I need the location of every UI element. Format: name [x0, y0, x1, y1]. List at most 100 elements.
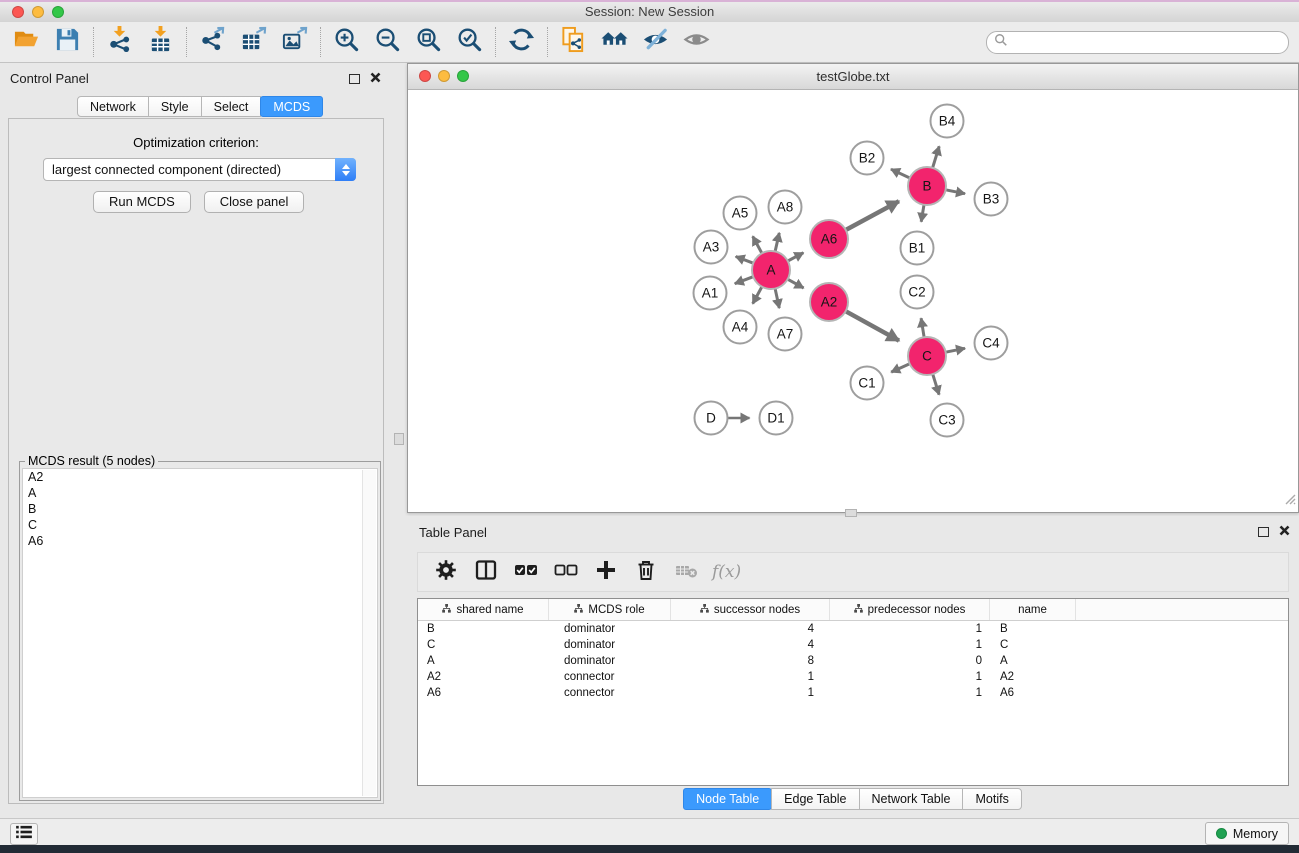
task-history-button[interactable]: [10, 823, 38, 845]
graph-node-C3[interactable]: C3: [931, 404, 964, 437]
tab-select[interactable]: Select: [201, 96, 262, 117]
import-table-button[interactable]: [140, 25, 181, 59]
select-all-button[interactable]: [512, 559, 539, 586]
zoom-fit-icon: [415, 26, 442, 58]
zoom-window-button[interactable]: [52, 6, 64, 18]
float-panel-icon[interactable]: [349, 74, 360, 84]
float-panel-icon[interactable]: [1258, 527, 1269, 537]
node-table[interactable]: shared name MCDS role successor nodes pr…: [417, 598, 1289, 786]
horizontal-splitter-grip[interactable]: [845, 509, 857, 517]
zoom-out-button[interactable]: [367, 25, 408, 59]
import-network-button[interactable]: [99, 25, 140, 59]
close-window-button[interactable]: [12, 6, 24, 18]
close-panel-icon[interactable]: [370, 70, 381, 88]
graph-node-C4[interactable]: C4: [975, 327, 1008, 360]
list-item[interactable]: B: [23, 501, 377, 517]
list-scrollbar[interactable]: [362, 470, 376, 796]
list-item[interactable]: C: [23, 517, 377, 533]
graph-node-A[interactable]: A: [752, 251, 790, 289]
column-header-successor-nodes[interactable]: successor nodes: [671, 599, 830, 620]
network-manager-button[interactable]: [553, 25, 594, 59]
delete-column-button[interactable]: [632, 559, 659, 586]
close-view-button[interactable]: [419, 70, 431, 82]
tab-network[interactable]: Network: [77, 96, 149, 117]
add-column-button[interactable]: [592, 559, 619, 586]
network-window-titlebar[interactable]: testGlobe.txt: [408, 64, 1298, 90]
export-network-button[interactable]: [192, 25, 233, 59]
unselect-all-button[interactable]: [552, 559, 579, 586]
home-button[interactable]: [594, 25, 635, 59]
hide-details-button[interactable]: [635, 25, 676, 59]
tab-motifs[interactable]: Motifs: [962, 788, 1021, 810]
graph-node-B[interactable]: B: [908, 167, 946, 205]
minimize-window-button[interactable]: [32, 6, 44, 18]
show-columns-button[interactable]: [472, 559, 499, 586]
delete-table-icon: [674, 558, 698, 587]
graph-node-B3[interactable]: B3: [975, 183, 1008, 216]
show-details-button[interactable]: [676, 25, 717, 59]
tab-edge-table[interactable]: Edge Table: [771, 788, 859, 810]
graph-node-A4[interactable]: A4: [724, 311, 757, 344]
table-row[interactable]: Bdominator 41 B: [418, 621, 1288, 637]
svg-text:A8: A8: [777, 200, 794, 215]
close-panel-icon[interactable]: [1279, 523, 1290, 541]
graph-node-A8[interactable]: A8: [769, 191, 802, 224]
table-row[interactable]: A2connector 11 A2: [418, 669, 1288, 685]
resize-grip-icon[interactable]: [1283, 492, 1296, 510]
export-table-button[interactable]: [233, 25, 274, 59]
list-icon: [15, 825, 33, 844]
table-row[interactable]: Cdominator 41 C: [418, 637, 1288, 653]
tab-node-table[interactable]: Node Table: [683, 788, 772, 810]
table-row[interactable]: A6connector 11 A6: [418, 685, 1288, 701]
mcds-result-list[interactable]: A2 A B C A6: [22, 468, 378, 798]
search-field[interactable]: [986, 31, 1289, 54]
graph-node-A2[interactable]: A2: [810, 283, 848, 321]
list-item[interactable]: A6: [23, 533, 377, 549]
graph-node-A5[interactable]: A5: [724, 197, 757, 230]
zoom-fit-button[interactable]: [408, 25, 449, 59]
graph-node-B1[interactable]: B1: [901, 232, 934, 265]
column-header-shared-name[interactable]: shared name: [418, 599, 549, 620]
save-session-button[interactable]: [47, 25, 88, 59]
tab-style[interactable]: Style: [148, 96, 202, 117]
table-settings-button[interactable]: [432, 559, 459, 586]
tab-mcds[interactable]: MCDS: [260, 96, 323, 117]
minimize-view-button[interactable]: [438, 70, 450, 82]
graph-node-A3[interactable]: A3: [695, 231, 728, 264]
zoom-selected-button[interactable]: [449, 25, 490, 59]
zoom-in-button[interactable]: [326, 25, 367, 59]
splitter-grip[interactable]: [394, 433, 404, 445]
column-header-mcds-role[interactable]: MCDS role: [549, 599, 671, 620]
criterion-dropdown[interactable]: largest connected component (directed): [43, 158, 356, 181]
open-file-button[interactable]: [6, 25, 47, 59]
list-item[interactable]: A2: [23, 469, 377, 485]
tab-network-table[interactable]: Network Table: [859, 788, 964, 810]
svg-text:B1: B1: [909, 241, 926, 256]
graph-node-A7[interactable]: A7: [769, 318, 802, 351]
graph-node-A1[interactable]: A1: [694, 277, 727, 310]
refresh-icon: [508, 26, 535, 58]
graph-node-A6[interactable]: A6: [810, 220, 848, 258]
graph-node-B4[interactable]: B4: [931, 105, 964, 138]
graph-node-B2[interactable]: B2: [851, 142, 884, 175]
svg-text:A6: A6: [821, 232, 838, 247]
column-header-predecessor-nodes[interactable]: predecessor nodes: [830, 599, 990, 620]
table-row[interactable]: Adominator 80 A: [418, 653, 1288, 669]
graph-node-D[interactable]: D: [695, 402, 728, 435]
network-canvas[interactable]: B4 B2 B B3 A5 A8 A6 A3 B1 A A1 C2 A2 A4 A7 C4 C C1 C3 D D1: [408, 89, 1298, 512]
svg-text:C: C: [922, 349, 932, 364]
search-input[interactable]: [1008, 33, 1288, 51]
export-image-button[interactable]: [274, 25, 315, 59]
column-header-name[interactable]: name: [990, 599, 1076, 620]
zoom-view-button[interactable]: [457, 70, 469, 82]
run-mcds-button[interactable]: Run MCDS: [93, 191, 191, 213]
memory-button[interactable]: Memory: [1205, 822, 1289, 845]
graph-node-C[interactable]: C: [908, 337, 946, 375]
graph-node-C1[interactable]: C1: [851, 367, 884, 400]
graph-node-C2[interactable]: C2: [901, 276, 934, 309]
list-item[interactable]: A: [23, 485, 377, 501]
close-panel-button[interactable]: Close panel: [204, 191, 305, 213]
vertical-splitter[interactable]: [390, 63, 407, 818]
graph-node-D1[interactable]: D1: [760, 402, 793, 435]
refresh-button[interactable]: [501, 25, 542, 59]
